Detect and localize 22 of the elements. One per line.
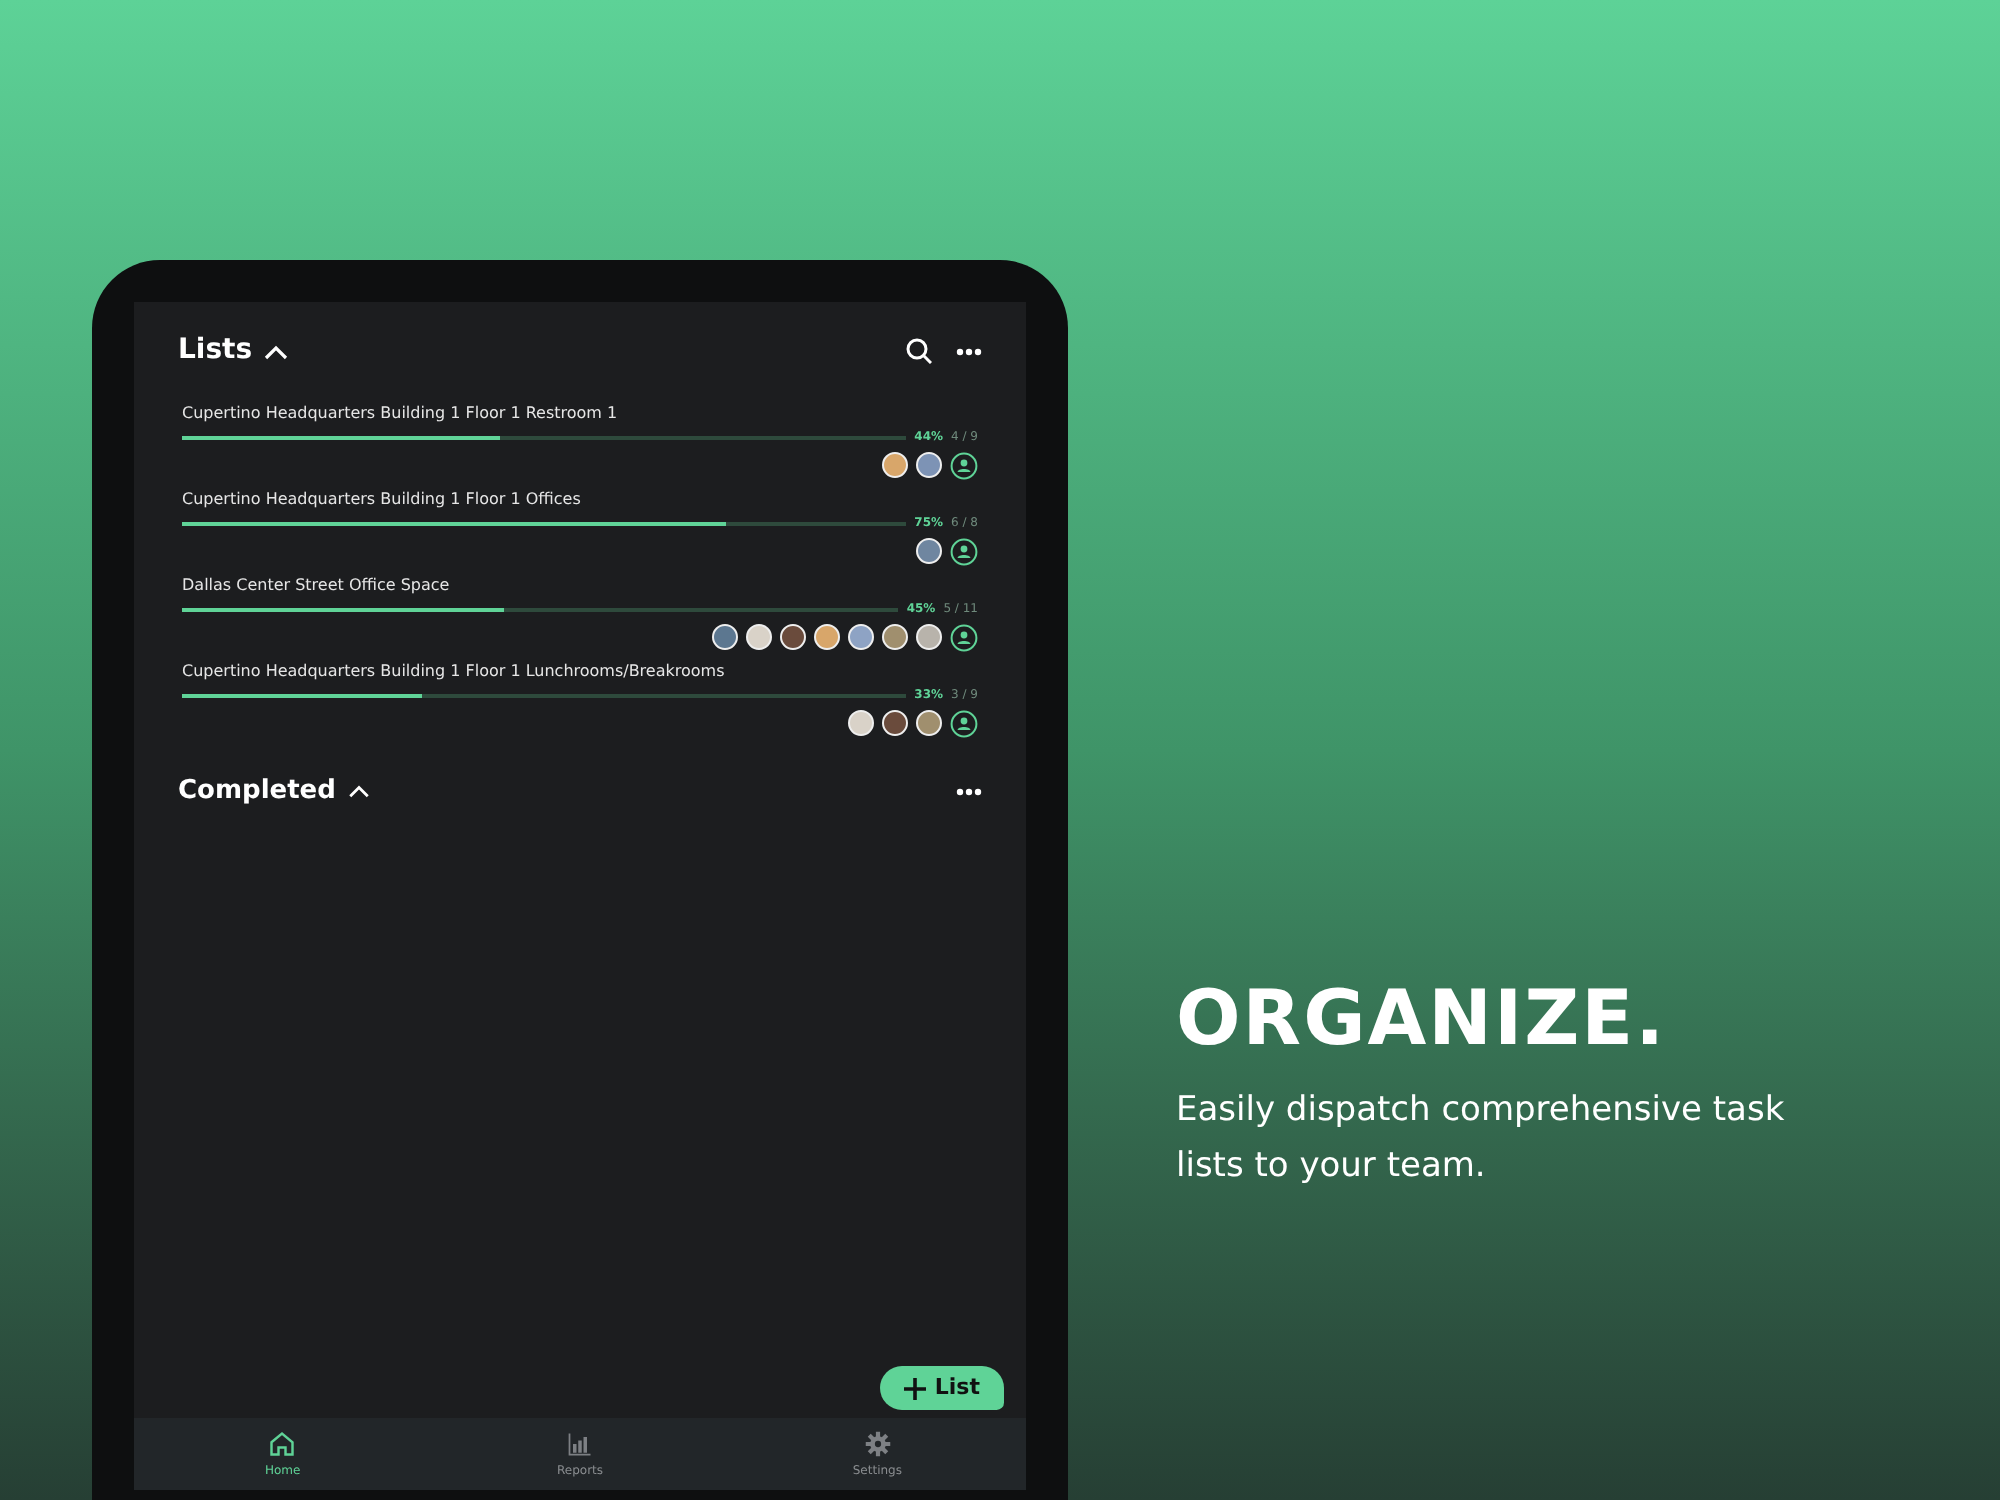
- add-list-button[interactable]: List: [880, 1366, 1004, 1410]
- plus-icon: [904, 1377, 927, 1399]
- assign-person-icon[interactable]: [950, 710, 978, 738]
- list-name: Cupertino Headquarters Building 1 Floor 1 Offices: [182, 490, 583, 510]
- assign-person-icon[interactable]: [950, 452, 978, 480]
- list-name: Cupertino Headquarters Building 1 Floor 1 Restroom 1: [182, 404, 620, 424]
- assign-person-icon[interactable]: [950, 624, 978, 652]
- chevron-up-icon[interactable]: [347, 784, 370, 799]
- more-icon[interactable]: [956, 787, 982, 796]
- promo-heading: ORGANIZE.: [1176, 972, 1669, 1066]
- more-icon[interactable]: [956, 347, 982, 355]
- list-name: Cupertino Headquarters Building 1 Floor 1 Lunchrooms/Breakrooms: [182, 662, 727, 682]
- section-title: Completed: [178, 774, 336, 810]
- home-icon: [268, 1429, 297, 1457]
- assign-person-icon[interactable]: [950, 538, 978, 566]
- promo-text: Easily dispatch comprehensive task lists to your team.: [1176, 1088, 1787, 1190]
- settings-icon: [863, 1429, 892, 1457]
- chevron-up-icon[interactable]: [264, 343, 289, 359]
- search-icon[interactable]: [906, 338, 932, 364]
- list-name: Dallas Center Street Office Space: [182, 576, 452, 596]
- bar-chart-icon: [566, 1429, 594, 1457]
- section-title: Lists: [178, 332, 253, 370]
